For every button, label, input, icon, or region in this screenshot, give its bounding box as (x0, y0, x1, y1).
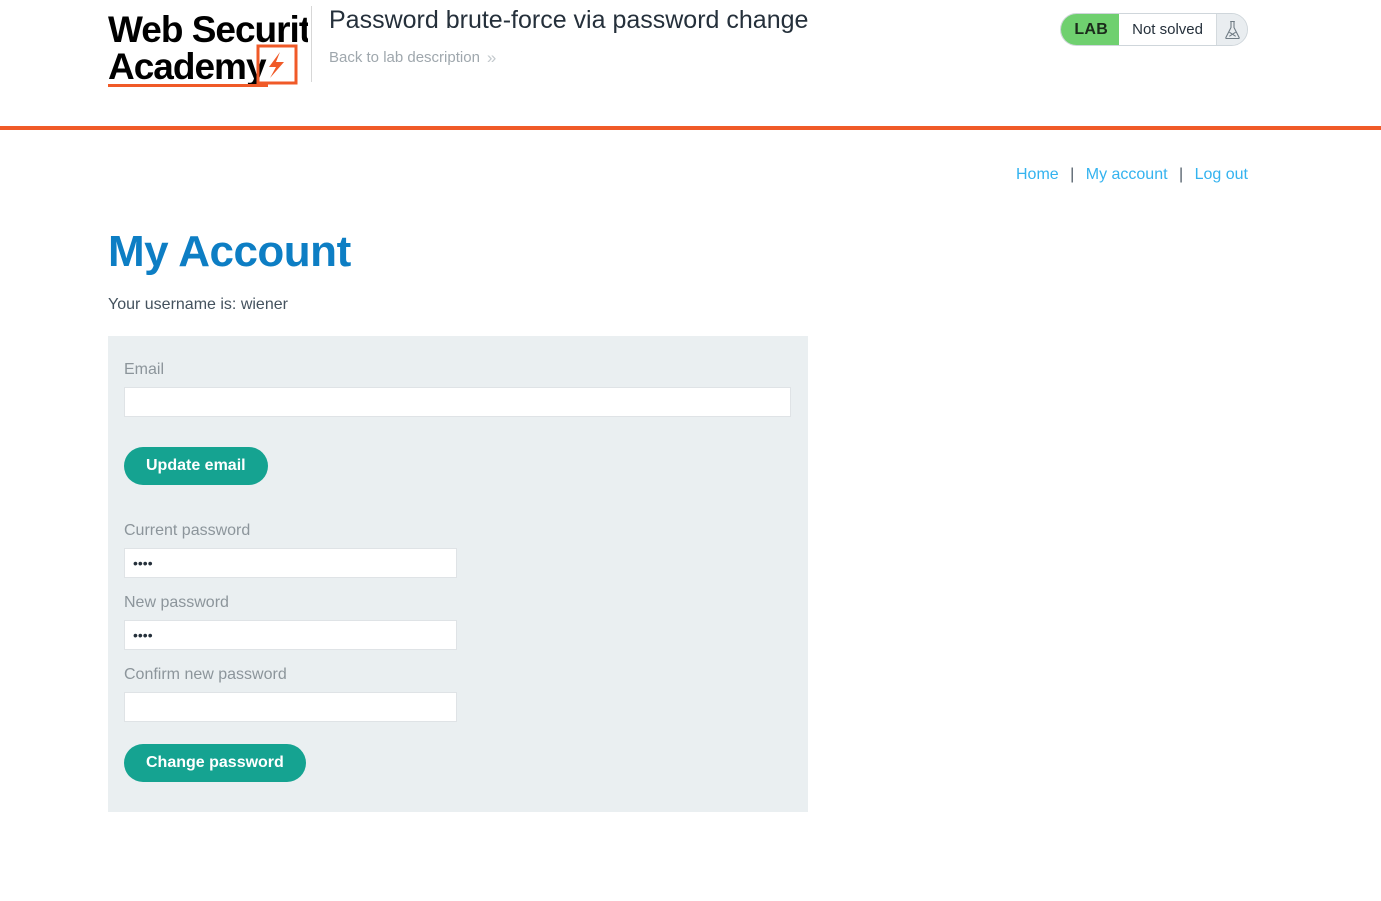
username-line: Your username is: wiener (108, 296, 288, 313)
web-security-academy-logo[interactable]: Web Security Academy (108, 6, 308, 92)
lab-status-widget[interactable]: LAB Not solved (1060, 13, 1248, 46)
email-label: Email (124, 361, 165, 378)
current-password-label: Current password (124, 522, 251, 539)
new-password-input[interactable] (124, 620, 457, 650)
lab-status-state: Not solved (1119, 14, 1216, 45)
header-divider (311, 6, 312, 82)
update-email-button[interactable]: Update email (124, 447, 268, 485)
svg-text:Academy: Academy (108, 46, 267, 87)
lab-title-block: Password brute-force via password change… (329, 4, 808, 67)
account-form-panel: Email Update email Current password New … (108, 336, 808, 812)
nav-separator: | (1070, 166, 1075, 183)
lab-header: Web Security Academy Password brute-forc… (0, 0, 1381, 130)
flask-not-solved-icon (1216, 14, 1247, 45)
svg-text:Web Security: Web Security (108, 9, 308, 50)
current-password-input[interactable] (124, 548, 457, 578)
flask-icon-svg (1224, 20, 1240, 39)
new-password-label: New password (124, 594, 229, 611)
double-chevron-right-icon: » (486, 48, 497, 67)
change-password-button[interactable]: Change password (124, 744, 306, 782)
logo-svg: Web Security Academy (108, 9, 308, 87)
confirm-password-label: Confirm new password (124, 666, 287, 683)
lab-status-tag: LAB (1061, 14, 1120, 45)
back-to-lab-description-link[interactable]: Back to lab description » (329, 48, 497, 67)
nav-link-log-out[interactable]: Log out (1195, 166, 1248, 183)
top-navigation: Home | My account | Log out (1016, 166, 1248, 184)
main-content: My Account Your username is: wiener Emai… (108, 224, 808, 812)
back-link-label: Back to lab description (329, 49, 480, 66)
confirm-password-input[interactable] (124, 692, 457, 722)
header-accent-rule (0, 126, 1381, 130)
nav-link-home[interactable]: Home (1016, 166, 1059, 183)
nav-separator: | (1179, 166, 1184, 183)
page-title: My Account (108, 227, 351, 276)
lab-title: Password brute-force via password change (329, 6, 809, 34)
nav-link-my-account[interactable]: My account (1086, 166, 1168, 183)
email-input[interactable] (124, 387, 791, 417)
